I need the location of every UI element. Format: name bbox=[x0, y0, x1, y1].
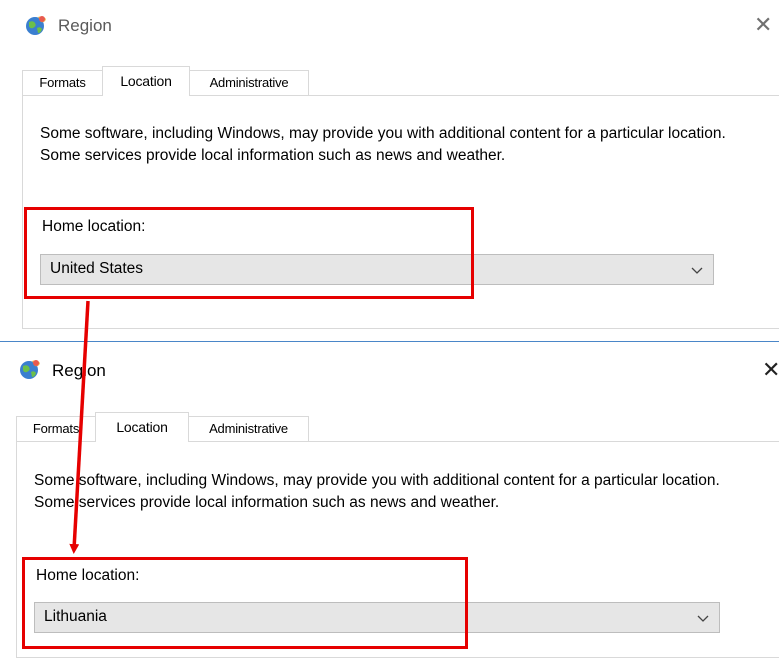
home-location-label: Home location: bbox=[36, 567, 140, 584]
dialog-title: Region bbox=[58, 16, 112, 35]
chevron-down-icon bbox=[697, 615, 709, 622]
tab-formats[interactable]: Formats bbox=[22, 70, 103, 95]
divider-line bbox=[0, 341, 779, 342]
home-location-value: Lithuania bbox=[44, 608, 107, 625]
globe-icon bbox=[26, 16, 46, 35]
close-icon[interactable]: ✕ bbox=[762, 359, 779, 381]
title-bar: Region ✕ bbox=[0, 346, 779, 394]
tab-administrative[interactable]: Administrative bbox=[189, 70, 309, 95]
home-location-label: Home location: bbox=[42, 218, 146, 235]
tab-strip: Formats Location Administrative bbox=[22, 66, 322, 96]
home-location-dropdown[interactable]: Lithuania bbox=[34, 602, 720, 633]
tab-administrative[interactable]: Administrative bbox=[188, 416, 309, 441]
tab-location[interactable]: Location bbox=[95, 412, 189, 442]
region-dialog-after: Region ✕ Formats Location Administrative… bbox=[0, 346, 779, 658]
location-description: Some software, including Windows, may pr… bbox=[40, 125, 726, 164]
close-icon[interactable]: ✕ bbox=[754, 14, 772, 36]
tab-strip: Formats Location Administrative bbox=[16, 412, 316, 442]
chevron-down-icon bbox=[691, 267, 703, 274]
home-location-dropdown[interactable]: United States bbox=[40, 254, 714, 285]
title-bar: Region ✕ bbox=[0, 0, 779, 48]
dialog-title: Region bbox=[52, 361, 106, 380]
tab-formats[interactable]: Formats bbox=[16, 416, 96, 441]
globe-icon bbox=[20, 360, 40, 379]
home-location-value: United States bbox=[50, 260, 144, 277]
region-dialog-before: Region ✕ Formats Location Administrative… bbox=[0, 0, 779, 329]
tab-location[interactable]: Location bbox=[102, 66, 190, 96]
location-description: Some software, including Windows, may pr… bbox=[34, 472, 720, 511]
